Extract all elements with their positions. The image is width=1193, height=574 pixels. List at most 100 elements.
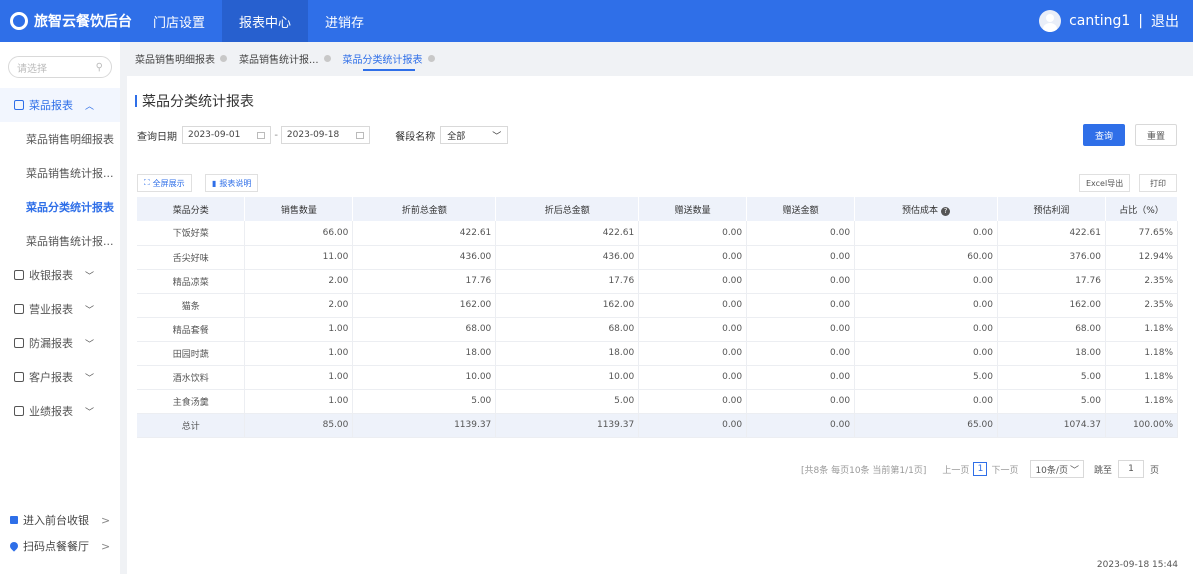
value-cell: 10.00 (495, 365, 640, 390)
sidebar: 请选择 ⚲ 菜品报表 ︿ 菜品销售明细报表 菜品销售统计报... 菜品分类统计报… (0, 42, 120, 574)
end-date-field[interactable]: 2023-09-18 (280, 126, 371, 144)
excel-export-button[interactable]: Excel导出 (1079, 174, 1131, 192)
category-cell: 猫条 (137, 293, 246, 318)
value-cell: 162.00 (352, 293, 497, 318)
page-size-select[interactable]: 10条/页 ﹀ (1030, 460, 1084, 478)
breadcrumb: 菜品销售明细报表 菜品销售统计报... 菜品分类统计报表 (135, 42, 447, 74)
chevron-down-icon: ﹀ (85, 339, 95, 350)
page-number-button[interactable]: 1 (973, 462, 988, 476)
nav-store-settings[interactable]: 门店设置 (136, 0, 222, 42)
value-cell: 17.76 (997, 269, 1106, 294)
pagination: [共8条 每页10条 当前第1/1页] 上一页 1 下一页 10条/页 ﹀ 跳至… (801, 460, 1159, 478)
main-nav: 门店设置 报表中心 进销存 (136, 0, 381, 42)
value-cell: 1.18% (1105, 389, 1179, 414)
sidebar-group-business-reports[interactable]: 营业报表 ﹀ (0, 292, 120, 326)
next-page-button[interactable]: 下一页 (991, 463, 1018, 476)
value-cell: 0.00 (746, 341, 856, 366)
start-date-field[interactable]: 2023-09-01 (182, 126, 272, 144)
fullscreen-button[interactable]: ⛶ 全屏展示 (137, 174, 192, 192)
prev-page-button[interactable]: 上一页 (942, 463, 969, 476)
value-cell: 60.00 (854, 245, 998, 270)
value-cell: 100.00% (1105, 413, 1179, 438)
value-cell: 0.00 (746, 293, 856, 318)
start-date-value: 2023-09-01 (188, 130, 241, 140)
table-row: 下饭好菜 66.00 422.61 422.61 0.00 0.00 0.00 422.61 7… (137, 221, 1179, 246)
sidebar-group-leak-reports[interactable]: 防漏报表 ﹀ (0, 326, 120, 360)
value-cell: 18.00 (495, 341, 640, 366)
sidebar-link-scan-order[interactable]: 扫码点餐餐厅 > (0, 533, 120, 559)
avatar[interactable] (1039, 10, 1062, 32)
table-row: 酒水饮料 1.00 10.00 10.00 0.00 0.00 5.00 5.00 1.18% (137, 365, 1179, 390)
value-cell: 0.00 (638, 341, 748, 366)
close-dot-icon[interactable] (323, 54, 331, 62)
value-cell: 0.00 (854, 269, 998, 294)
sidebar-search-input[interactable]: 请选择 ⚲ (8, 56, 112, 78)
segment-label: 餐段名称 (395, 131, 436, 143)
value-cell: 0.00 (854, 317, 998, 342)
value-cell: 85.00 (244, 413, 354, 438)
sidebar-link-frontdesk[interactable]: 进入前台收银 > (0, 507, 120, 533)
logout-link[interactable]: 退出 (1151, 11, 1179, 31)
value-cell: 0.00 (746, 317, 856, 342)
value-cell: 1.18% (1105, 317, 1179, 342)
value-cell: 0.00 (638, 413, 748, 438)
close-dot-icon[interactable] (427, 54, 435, 62)
tab-dish-category-stats[interactable]: 菜品分类统计报表 (343, 42, 435, 74)
jump-page-input[interactable]: 1 (1117, 460, 1144, 478)
col-header: 折后总金额 (495, 197, 640, 221)
segment-select[interactable]: 全部 ﹀ (440, 126, 509, 144)
table-header-row: 菜品分类 销售数量 折前总金额 折后总金额 赠送数量 赠送金额 预估成本? 预估… (137, 197, 1179, 221)
sidebar-item-dish-sales-detail[interactable]: 菜品销售明细报表 (0, 122, 120, 156)
reset-button[interactable]: 重置 (1135, 124, 1177, 146)
value-cell: 2.00 (244, 293, 354, 318)
chevron-down-icon: ﹀ (85, 373, 95, 384)
sidebar-group-cashier-reports[interactable]: 收银报表 ﹀ (0, 258, 120, 292)
value-cell: 68.00 (352, 317, 497, 342)
print-button[interactable]: 打印 (1139, 174, 1177, 192)
value-cell: 376.00 (997, 245, 1106, 270)
nav-report-center[interactable]: 报表中心 (222, 0, 309, 42)
category-cell: 下饭好菜 (137, 221, 246, 246)
col-header: 销售数量 (244, 197, 354, 221)
jump-label: 跳至 (1093, 465, 1112, 476)
chevron-down-icon: ﹀ (492, 131, 502, 142)
help-icon[interactable]: ? (941, 206, 951, 216)
close-dot-icon[interactable] (220, 54, 227, 62)
table-row: 田园时蔬 1.00 18.00 18.00 0.00 0.00 0.00 18.00 1.18% (137, 341, 1179, 366)
value-cell: 5.00 (997, 365, 1106, 390)
value-cell: 0.00 (638, 269, 748, 294)
sidebar-group-customer-reports[interactable]: 客户报表 ﹀ (0, 360, 120, 394)
sidebar-item-dish-category-stats[interactable]: 菜品分类统计报表 (0, 190, 120, 224)
tab-dish-sales-stats[interactable]: 菜品销售统计报... (239, 42, 331, 74)
nav-inventory[interactable]: 进销存 (308, 0, 381, 42)
col-header: 折前总金额 (352, 197, 497, 221)
calendar-icon (356, 131, 365, 139)
cashier-icon (14, 270, 24, 280)
report-icon (14, 100, 24, 110)
value-cell: 422.61 (352, 221, 497, 246)
value-cell: 0.00 (746, 413, 856, 438)
value-cell: 1.00 (244, 389, 354, 414)
value-cell: 0.00 (746, 389, 856, 414)
sidebar-group-performance-reports[interactable]: 业绩报表 ﹀ (0, 394, 120, 428)
report-explain-button[interactable]: ▮ 报表说明 (205, 174, 259, 192)
brand-name: 旅智云餐饮后台 (34, 14, 132, 30)
sidebar-item-dish-sales-stats[interactable]: 菜品销售统计报... (0, 156, 120, 190)
sidebar-item-dish-sales-stats-2[interactable]: 菜品销售统计报... (0, 224, 120, 258)
brand-logo-icon (10, 12, 28, 30)
table-row: 舌尖好味 11.00 436.00 436.00 0.00 0.00 60.00 376.00… (137, 245, 1179, 270)
tab-dish-sales-detail[interactable]: 菜品销售明细报表 (135, 42, 227, 74)
value-cell: 0.00 (638, 365, 748, 390)
value-cell: 65.00 (854, 413, 998, 438)
value-cell: 1.00 (244, 341, 354, 366)
value-cell: 436.00 (495, 245, 640, 270)
username[interactable]: canting1 (1069, 13, 1130, 29)
page-size-value: 10条/页 (1035, 465, 1068, 476)
report-table: 菜品分类 销售数量 折前总金额 折后总金额 赠送数量 赠送金额 预估成本? 预估… (137, 197, 1179, 438)
customer-icon (14, 372, 24, 382)
query-button[interactable]: 查询 (1083, 124, 1125, 146)
col-header: 占比（%） (1105, 197, 1179, 221)
fullscreen-icon: ⛶ (144, 178, 150, 187)
sidebar-group-dish-reports[interactable]: 菜品报表 ︿ (0, 88, 120, 122)
value-cell: 1074.37 (997, 413, 1106, 438)
